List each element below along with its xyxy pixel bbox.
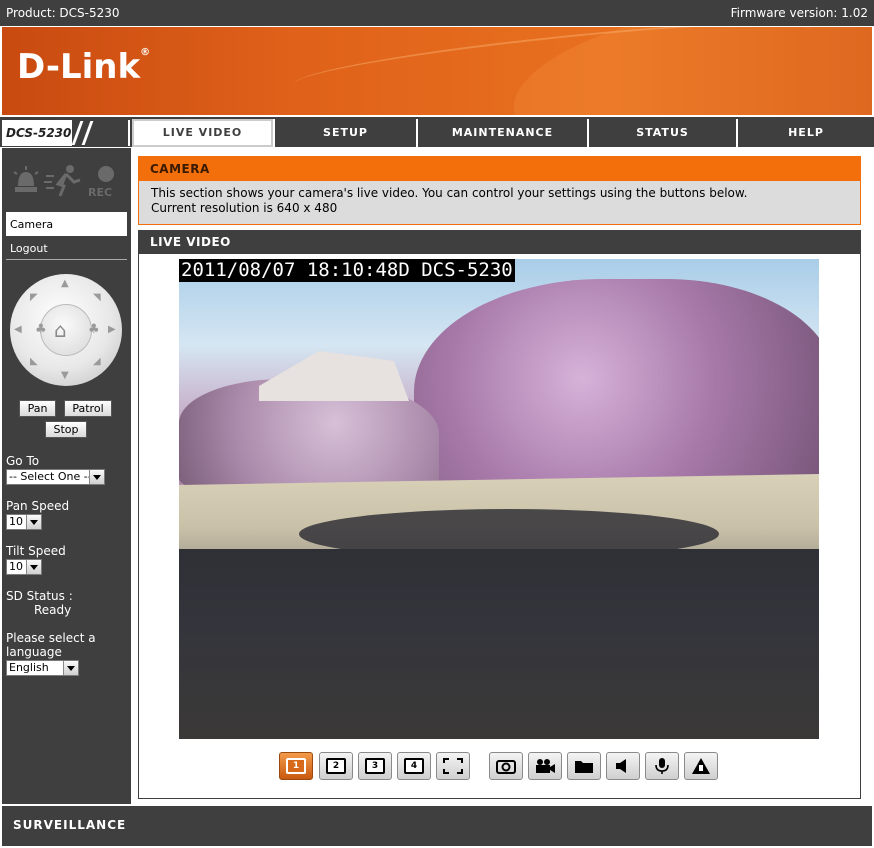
fullscreen-button[interactable]	[436, 752, 470, 780]
model-label: DCS-5230	[6, 126, 72, 140]
zoom-out-icon[interactable]: ♣	[35, 322, 47, 337]
rec-indicator-icon	[98, 166, 114, 182]
live-video-panel: 2011/08/07 18:10:48D DCS-5230 1 2 3 4	[138, 254, 861, 799]
model-tab: DCS-5230	[2, 120, 130, 146]
tilt-speed-value: 10	[9, 560, 23, 573]
view-2-icon: 2	[326, 758, 346, 774]
video-scene-house	[259, 351, 409, 401]
tab-status[interactable]: STATUS	[587, 119, 736, 147]
camera-resolution-text: Current resolution is 640 x 480	[151, 201, 338, 215]
record-button[interactable]	[528, 752, 562, 780]
surveillance-label: SURVEILLANCE	[13, 818, 127, 832]
view-1-button[interactable]: 1	[279, 752, 313, 780]
arrow-up-icon[interactable]: ▲	[61, 278, 69, 289]
tilt-speed-label: Tilt Speed	[6, 544, 66, 558]
goto-select[interactable]: -- Select One --	[6, 469, 105, 485]
sd-status-label: SD Status :	[6, 589, 73, 603]
camera-section-description: This section shows your camera's live vi…	[138, 181, 861, 225]
goto-label: Go To	[6, 454, 40, 468]
camera-icon	[496, 760, 516, 774]
chevron-down-icon[interactable]	[26, 560, 41, 574]
arrow-up-right-icon[interactable]: ◥	[93, 292, 101, 303]
arrow-right-icon[interactable]: ▶	[108, 324, 116, 335]
arrow-down-left-icon[interactable]: ◣	[30, 356, 38, 367]
folder-icon	[575, 761, 593, 773]
live-video-feed[interactable]: 2011/08/07 18:10:48D DCS-5230	[179, 259, 819, 739]
camera-section-title: CAMERA	[138, 156, 861, 181]
alarm-light-icon	[12, 166, 40, 204]
tab-maintenance[interactable]: MAINTENANCE	[416, 119, 587, 147]
firmware-label: Firmware version: 1.02	[730, 6, 868, 20]
footer: SURVEILLANCE	[2, 806, 872, 846]
chevron-down-icon[interactable]	[89, 470, 104, 484]
microphone-icon	[655, 758, 669, 774]
sidebar-divider	[6, 259, 127, 260]
language-select[interactable]: English	[6, 660, 79, 676]
product-label: Product: DCS-5230	[6, 6, 120, 20]
motion-icon	[44, 164, 84, 204]
view-3-button[interactable]: 3	[358, 752, 392, 780]
sidebar: REC Camera Logout ▲ ▼ ◀ ▶ ◤ ◥ ◣ ◢ ⌂ ♣ ♣ …	[2, 148, 131, 804]
arrow-up-left-icon[interactable]: ◤	[30, 292, 38, 303]
tab-live-video[interactable]: LIVE VIDEO	[132, 119, 273, 147]
video-scene-foreground	[179, 549, 819, 739]
sd-status-value: Ready	[34, 603, 72, 617]
camera-description-line1: This section shows your camera's live vi…	[151, 186, 748, 200]
speaker-button[interactable]	[606, 752, 640, 780]
pan-button[interactable]: Pan	[19, 400, 56, 417]
view-4-button[interactable]: 4	[397, 752, 431, 780]
microphone-button[interactable]	[645, 752, 679, 780]
model-slashes	[71, 120, 128, 146]
product-bar: Product: DCS-5230 Firmware version: 1.02	[0, 0, 874, 26]
arrow-down-icon[interactable]: ▼	[61, 370, 69, 381]
home-icon[interactable]: ⌂	[54, 318, 67, 342]
video-camera-icon	[536, 759, 555, 773]
arrow-left-icon[interactable]: ◀	[14, 324, 22, 335]
video-timestamp-overlay: 2011/08/07 18:10:48D DCS-5230	[179, 259, 515, 282]
view-1-icon: 1	[286, 758, 306, 774]
tab-help[interactable]: HELP	[736, 119, 874, 147]
view-4-icon: 4	[404, 758, 424, 774]
chevron-down-icon[interactable]	[26, 515, 41, 529]
fullscreen-icon	[443, 758, 463, 774]
dlink-logo: D-Link®	[17, 47, 151, 87]
rec-label: REC	[88, 186, 113, 199]
sidebar-item-logout[interactable]: Logout	[10, 242, 48, 255]
alarm-icon	[692, 758, 710, 774]
view-3-icon: 3	[365, 758, 385, 774]
ptz-control[interactable]: ▲ ▼ ◀ ▶ ◤ ◥ ◣ ◢ ⌂ ♣ ♣	[10, 274, 122, 386]
main-nav: DCS-5230 LIVE VIDEO SETUP MAINTENANCE ST…	[0, 117, 874, 147]
snapshot-button[interactable]	[489, 752, 523, 780]
tilt-speed-select[interactable]: 10	[6, 559, 42, 575]
view-2-button[interactable]: 2	[319, 752, 353, 780]
alarm-button[interactable]	[684, 752, 718, 780]
pan-speed-select[interactable]: 10	[6, 514, 42, 530]
pan-speed-value: 10	[9, 515, 23, 528]
language-label: Please select a language	[6, 631, 96, 659]
sidebar-item-camera[interactable]: Camera	[6, 212, 127, 236]
pan-speed-label: Pan Speed	[6, 499, 70, 513]
tab-setup[interactable]: SETUP	[273, 119, 416, 147]
speaker-icon	[616, 759, 626, 773]
zoom-in-icon[interactable]: ♣	[88, 322, 100, 337]
folder-button[interactable]	[567, 752, 601, 780]
goto-value: -- Select One --	[9, 470, 92, 483]
stop-button[interactable]: Stop	[45, 421, 87, 438]
live-video-title: LIVE VIDEO	[138, 230, 861, 254]
header-banner: D-Link®	[2, 27, 872, 115]
status-icons: REC	[12, 162, 122, 202]
patrol-button[interactable]: Patrol	[64, 400, 112, 417]
language-value: English	[9, 661, 49, 674]
arrow-down-right-icon[interactable]: ◢	[93, 356, 101, 367]
chevron-down-icon[interactable]	[63, 661, 78, 675]
video-toolbar: 1 2 3 4	[279, 752, 719, 782]
